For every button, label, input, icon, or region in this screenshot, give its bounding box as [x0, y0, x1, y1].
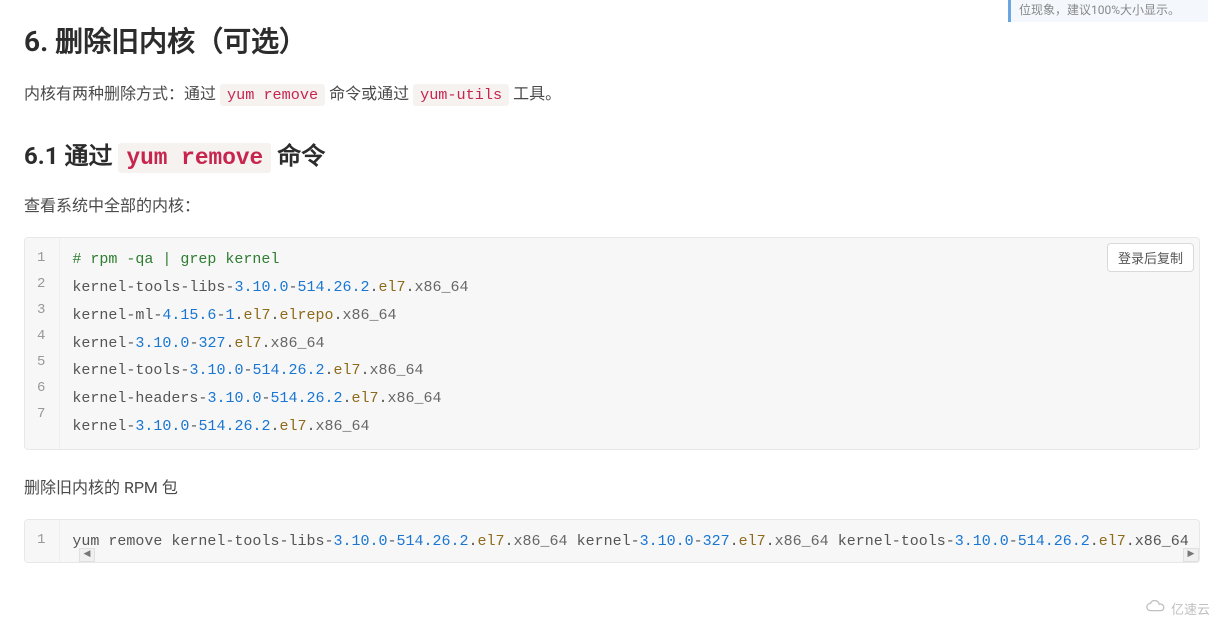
inline-code-yum-remove: yum remove	[220, 84, 325, 106]
line-numbers-gutter: 1 2 3 4 5 6 7	[25, 238, 60, 448]
code-block-1-wrapper: 登录后复制 1 2 3 4 5 6 7 # rpm -qa | grep ker…	[24, 237, 1200, 449]
brand-text: 亿速云	[1171, 600, 1210, 622]
paragraph-delete-rpm: 删除旧内核的 RPM 包	[24, 474, 1200, 501]
line-number: 4	[37, 324, 45, 350]
subheading-pre: 6.1 通过	[24, 142, 118, 170]
line-numbers-gutter: 1	[25, 520, 60, 562]
code-block-2-wrapper: 1 yum remove kernel-tools-libs-3.10.0-51…	[24, 519, 1200, 563]
code-content[interactable]: # rpm -qa | grep kernel kernel-tools-lib…	[60, 238, 1199, 448]
paragraph-list-kernels: 查看系统中全部的内核：	[24, 192, 1200, 219]
code-content-scrollable[interactable]: yum remove kernel-tools-libs-3.10.0-514.…	[60, 520, 1199, 562]
code-block-1: 1 2 3 4 5 6 7 # rpm -qa | grep kernel ke…	[24, 237, 1200, 449]
top-info-note: 位现象，建议100%大小显示。	[1008, 0, 1208, 22]
line-number: 2	[37, 272, 45, 298]
line-number: 1	[37, 246, 45, 272]
line-number: 1	[37, 528, 45, 554]
intro-paragraph: 内核有两种删除方式：通过 yum remove 命令或通过 yum-utils …	[24, 80, 1200, 109]
inline-code-yum-utils: yum-utils	[413, 84, 509, 106]
scroll-left-cap[interactable]: ◀	[79, 548, 95, 562]
code-block-2: 1 yum remove kernel-tools-libs-3.10.0-51…	[24, 519, 1200, 563]
line-number: 7	[37, 402, 45, 428]
line-number: 5	[37, 350, 45, 376]
subsection-heading: 6.1 通过 yum remove 命令	[24, 136, 1200, 178]
brand-watermark: 亿速云	[1145, 600, 1210, 622]
inline-code-heading-yum-remove: yum remove	[118, 143, 271, 173]
intro-text-post: 工具。	[509, 84, 561, 103]
line-number: 6	[37, 376, 45, 402]
intro-text-mid: 命令或通过	[325, 84, 413, 103]
copy-button[interactable]: 登录后复制	[1107, 243, 1194, 272]
intro-text-pre: 内核有两种删除方式：通过	[24, 84, 220, 103]
section-heading: 6. 删除旧内核（可选）	[24, 18, 1200, 66]
subheading-post: 命令	[271, 142, 325, 170]
scroll-right-cap[interactable]: ▶	[1183, 548, 1199, 562]
code-comment: # rpm -qa | grep kernel	[72, 251, 279, 268]
line-number: 3	[37, 298, 45, 324]
cloud-icon	[1145, 600, 1167, 622]
